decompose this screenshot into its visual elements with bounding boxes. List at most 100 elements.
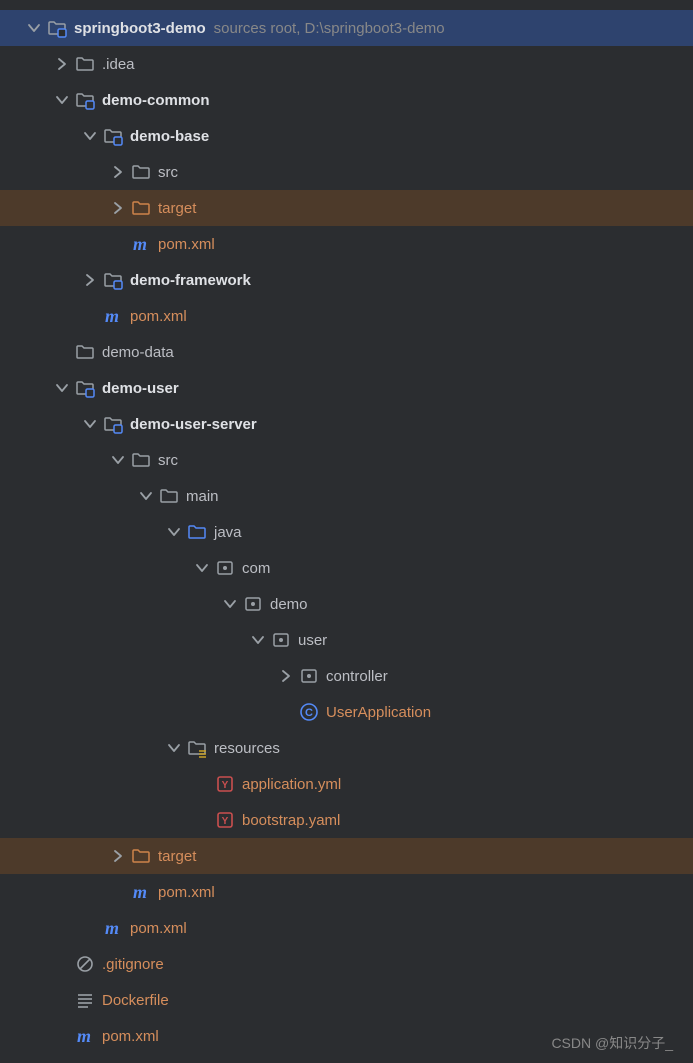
module-folder-icon	[74, 89, 96, 111]
chevron-right-icon[interactable]	[108, 162, 128, 182]
tree-row[interactable]: pom.xml	[0, 874, 693, 910]
tree-row[interactable]: target	[0, 190, 693, 226]
folder-icon	[74, 53, 96, 75]
package-icon	[242, 593, 264, 615]
item-label: application.yml	[242, 776, 341, 793]
chevron-down-icon[interactable]	[52, 90, 72, 110]
item-label: resources	[214, 740, 280, 757]
item-label: demo-user-server	[130, 416, 257, 433]
item-label: demo-data	[102, 344, 174, 361]
item-label: src	[158, 164, 178, 181]
item-label: demo-common	[102, 92, 210, 109]
tree-row[interactable]: demo-data	[0, 334, 693, 370]
resources-folder-icon	[186, 737, 208, 759]
tree-row[interactable]: demo	[0, 586, 693, 622]
maven-icon	[102, 305, 124, 327]
ignore-icon	[74, 953, 96, 975]
folder-icon	[130, 197, 152, 219]
folder-icon	[130, 161, 152, 183]
item-label: demo-framework	[130, 272, 251, 289]
tree-row[interactable]: .idea	[0, 46, 693, 82]
tree-row[interactable]: resources	[0, 730, 693, 766]
chevron-down-icon[interactable]	[164, 522, 184, 542]
item-label: user	[298, 632, 327, 649]
item-label: pom.xml	[130, 308, 187, 325]
chevron-down-icon[interactable]	[24, 18, 44, 38]
tree-row[interactable]: pom.xml	[0, 910, 693, 946]
item-label: .idea	[102, 56, 135, 73]
tree-row[interactable]: com	[0, 550, 693, 586]
tree-row[interactable]: application.yml	[0, 766, 693, 802]
chevron-down-icon[interactable]	[248, 630, 268, 650]
tree-row[interactable]: demo-common	[0, 82, 693, 118]
item-label: target	[158, 848, 196, 865]
chevron-down-icon[interactable]	[136, 486, 156, 506]
item-label: pom.xml	[158, 884, 215, 901]
root-label: springboot3-demo	[74, 20, 206, 37]
folder-icon	[158, 485, 180, 507]
tree-row[interactable]: .gitignore	[0, 946, 693, 982]
maven-icon	[102, 917, 124, 939]
item-label: Dockerfile	[102, 992, 169, 1009]
tree-row[interactable]: target	[0, 838, 693, 874]
item-label: pom.xml	[130, 920, 187, 937]
chevron-down-icon[interactable]	[192, 558, 212, 578]
chevron-right-icon[interactable]	[276, 666, 296, 686]
tree-row[interactable]: java	[0, 514, 693, 550]
item-label: .gitignore	[102, 956, 164, 973]
tree-row[interactable]: demo-user	[0, 370, 693, 406]
tree-row[interactable]: user	[0, 622, 693, 658]
maven-icon	[130, 233, 152, 255]
item-label: pom.xml	[158, 236, 215, 253]
chevron-right-icon[interactable]	[80, 270, 100, 290]
chevron-down-icon[interactable]	[52, 378, 72, 398]
module-folder-icon	[46, 17, 68, 39]
item-label: pom.xml	[102, 1028, 159, 1045]
module-folder-icon	[102, 269, 124, 291]
tree-row[interactable]: src	[0, 154, 693, 190]
tree-row[interactable]: pom.xml	[0, 226, 693, 262]
item-label: main	[186, 488, 219, 505]
watermark: CSDN @知识分子_	[551, 1033, 673, 1053]
chevron-down-icon[interactable]	[80, 126, 100, 146]
item-label: demo-user	[102, 380, 179, 397]
chevron-right-icon[interactable]	[52, 54, 72, 74]
package-icon	[298, 665, 320, 687]
root-path: sources root, D:\springboot3-demo	[214, 20, 445, 37]
maven-icon	[130, 881, 152, 903]
chevron-down-icon[interactable]	[164, 738, 184, 758]
tree-row[interactable]: demo-base	[0, 118, 693, 154]
tree-row[interactable]: bootstrap.yaml	[0, 802, 693, 838]
tree-row[interactable]: src	[0, 442, 693, 478]
module-folder-icon	[102, 125, 124, 147]
item-label: demo-base	[130, 128, 209, 145]
chevron-down-icon[interactable]	[108, 450, 128, 470]
chevron-right-icon[interactable]	[108, 198, 128, 218]
folder-icon	[130, 449, 152, 471]
tree-row[interactable]: demo-user-server	[0, 406, 693, 442]
tree-row-root[interactable]: springboot3-demo sources root, D:\spring…	[0, 10, 693, 46]
yaml-icon	[214, 809, 236, 831]
maven-icon	[74, 1025, 96, 1047]
item-label: src	[158, 452, 178, 469]
chevron-down-icon[interactable]	[80, 414, 100, 434]
chevron-right-icon[interactable]	[108, 846, 128, 866]
item-label: bootstrap.yaml	[242, 812, 340, 829]
item-label: UserApplication	[326, 704, 431, 721]
folder-icon	[130, 845, 152, 867]
tree-row[interactable]: Dockerfile	[0, 982, 693, 1018]
tree-row[interactable]: main	[0, 478, 693, 514]
tree-row[interactable]: demo-framework	[0, 262, 693, 298]
yaml-icon	[214, 773, 236, 795]
module-folder-icon	[102, 413, 124, 435]
tree-row[interactable]: pom.xml	[0, 298, 693, 334]
item-label: java	[214, 524, 242, 541]
package-icon	[214, 557, 236, 579]
item-label: com	[242, 560, 270, 577]
tree-row[interactable]: UserApplication	[0, 694, 693, 730]
tree-row[interactable]: controller	[0, 658, 693, 694]
chevron-down-icon[interactable]	[220, 594, 240, 614]
item-label: controller	[326, 668, 388, 685]
project-tree[interactable]: springboot3-demo sources root, D:\spring…	[0, 0, 693, 1054]
module-folder-icon	[74, 377, 96, 399]
